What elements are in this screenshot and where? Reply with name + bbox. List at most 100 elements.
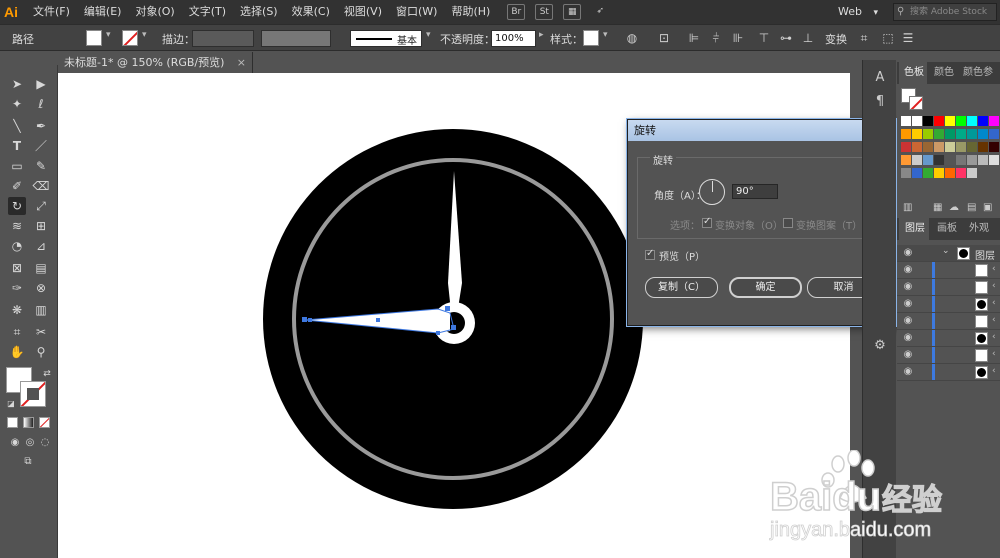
color-swatch[interactable] [989, 116, 999, 126]
color-swatch[interactable] [923, 155, 933, 165]
target-chevron-icon[interactable]: ‹ [992, 332, 996, 342]
transform-objects-checkbox[interactable] [702, 216, 712, 228]
visibility-eye-icon[interactable]: ◉ [902, 366, 914, 378]
visibility-eye-icon[interactable]: ◉ [902, 349, 914, 361]
cloud-icon[interactable]: ☁ [949, 202, 959, 213]
line-tool-icon[interactable]: ╲ [8, 117, 26, 135]
anchor-point[interactable] [376, 318, 380, 322]
shape-builder-tool-icon[interactable]: ◔ [8, 237, 26, 255]
new-color-group-icon[interactable]: ▤ [967, 202, 976, 213]
menu-select[interactable]: 选择(S) [233, 0, 285, 24]
color-swatch[interactable] [989, 129, 999, 139]
color-swatch[interactable] [912, 116, 922, 126]
sublayer-row[interactable]: ◉ ‹ [897, 347, 1000, 364]
align-left-icon[interactable]: ⊫ [686, 30, 702, 46]
properties-gear-icon[interactable]: ⚙ [872, 338, 888, 354]
magic-wand-tool-icon[interactable]: ✦ [8, 95, 26, 113]
zoom-tool-icon[interactable]: ⚲ [32, 343, 50, 361]
target-chevron-icon[interactable]: ‹ [992, 264, 996, 274]
symbol-sprayer-tool-icon[interactable]: ❋ [8, 301, 26, 319]
color-swatch[interactable] [956, 129, 966, 139]
hand-tool-icon[interactable]: ✋ [8, 343, 26, 361]
color-swatch[interactable] [934, 129, 944, 139]
tab-color-guide[interactable]: 颜色参 [963, 62, 993, 84]
tab-color[interactable]: 颜色 [934, 62, 954, 84]
visibility-eye-icon[interactable]: ◉ [902, 281, 914, 293]
color-swatch[interactable] [978, 129, 988, 139]
draw-inside-icon[interactable]: ◌ [36, 434, 54, 452]
shape-icon[interactable]: ⬚ [880, 30, 896, 46]
color-swatch[interactable] [956, 155, 966, 165]
menu-help[interactable]: 帮助(H) [444, 0, 497, 24]
sublayer-row[interactable]: ◉ ‹ [897, 313, 1000, 330]
graphic-style-swatch[interactable] [583, 30, 599, 46]
target-chevron-icon[interactable]: ‹ [992, 281, 996, 291]
fill-chevron-icon[interactable]: ▾ [106, 30, 111, 40]
align-top-icon[interactable]: ⊤ [756, 30, 772, 46]
tab-swatches[interactable]: 色板 [899, 62, 927, 84]
type-tool-icon[interactable]: T [8, 137, 26, 155]
arrange-documents-icon[interactable]: ▦ [563, 4, 582, 20]
align-to-icon[interactable]: ⊡ [656, 30, 672, 46]
brush-chevron-icon[interactable]: ▾ [426, 30, 431, 40]
color-swatch[interactable] [945, 129, 955, 139]
anchor-point[interactable] [445, 306, 450, 311]
sublayer-row[interactable]: ◉ ‹ [897, 296, 1000, 313]
menu-file[interactable]: 文件(F) [26, 0, 77, 24]
color-swatch[interactable] [989, 142, 999, 152]
target-chevron-icon[interactable]: ‹ [992, 315, 996, 325]
gradient-mode-icon[interactable] [23, 417, 34, 428]
color-swatch[interactable] [945, 155, 955, 165]
recolor-artwork-icon[interactable]: ◍ [624, 30, 640, 46]
color-swatch[interactable] [956, 142, 966, 152]
gradient-tool-icon[interactable]: ▤ [32, 259, 50, 277]
color-swatch[interactable] [978, 116, 988, 126]
stroke-chevron-icon[interactable]: ▾ [142, 30, 147, 40]
tab-appearance[interactable]: 外观 [969, 218, 989, 240]
show-swatch-kinds-icon[interactable]: ▦ [933, 202, 942, 213]
color-swatch[interactable] [978, 155, 988, 165]
document-tab[interactable]: 未标题-1* @ 150% (RGB/预览) × [58, 52, 253, 73]
style-chevron-icon[interactable]: ▾ [603, 30, 608, 40]
visibility-eye-icon[interactable]: ◉ [902, 247, 914, 259]
variable-width-profile[interactable] [261, 30, 331, 47]
menu-type[interactable]: 文字(T) [182, 0, 233, 24]
target-chevron-icon[interactable]: ‹ [992, 298, 996, 308]
visibility-eye-icon[interactable]: ◉ [902, 298, 914, 310]
line-segment-tool-icon[interactable]: ／ [32, 137, 50, 155]
opacity-input[interactable]: 100% [491, 30, 536, 47]
stroke-weight-input[interactable] [192, 30, 254, 47]
mesh-tool-icon[interactable]: ⊠ [8, 259, 26, 277]
transform-link[interactable]: 变换 [825, 31, 847, 47]
shaper-tool-icon[interactable]: ✐ [8, 177, 26, 195]
selection-tool-icon[interactable]: ➤ [8, 75, 26, 93]
visibility-eye-icon[interactable]: ◉ [902, 315, 914, 327]
color-swatch[interactable] [934, 155, 944, 165]
stock-search-input[interactable]: ⚲ 搜索 Adobe Stock [893, 3, 997, 21]
align-middle-icon[interactable]: ⊶ [778, 30, 794, 46]
paintbrush-tool-icon[interactable]: ✎ [32, 157, 50, 175]
scale-tool-icon[interactable]: ⤢ [32, 197, 50, 215]
align-bottom-icon[interactable]: ⊥ [800, 30, 816, 46]
slice-tool-icon[interactable]: ✂ [32, 323, 50, 341]
lasso-tool-icon[interactable]: ℓ [32, 95, 50, 113]
color-swatch[interactable] [934, 116, 944, 126]
color-swatch[interactable] [967, 142, 977, 152]
color-swatch[interactable] [923, 168, 933, 178]
column-graph-tool-icon[interactable]: ▥ [32, 301, 50, 319]
color-swatch[interactable] [934, 142, 944, 152]
menu-window[interactable]: 窗口(W) [389, 0, 444, 24]
color-swatch[interactable] [945, 142, 955, 152]
anchor-point[interactable] [436, 331, 440, 335]
expand-chevron-icon[interactable]: ⌄ [942, 246, 950, 256]
screen-mode-icon[interactable]: ⧉ [19, 453, 37, 471]
color-swatch[interactable] [901, 155, 911, 165]
stroke-color-box[interactable] [20, 381, 46, 407]
color-swatch[interactable] [934, 168, 944, 178]
close-icon[interactable]: × [237, 52, 246, 73]
sublayer-row[interactable]: ◉ ‹ [897, 262, 1000, 279]
color-swatch[interactable] [945, 168, 955, 178]
none-mode-icon[interactable] [39, 417, 50, 428]
swap-colors-icon[interactable]: ⇄ [38, 365, 56, 383]
panel-menu-icon[interactable]: ☰ [900, 30, 916, 46]
